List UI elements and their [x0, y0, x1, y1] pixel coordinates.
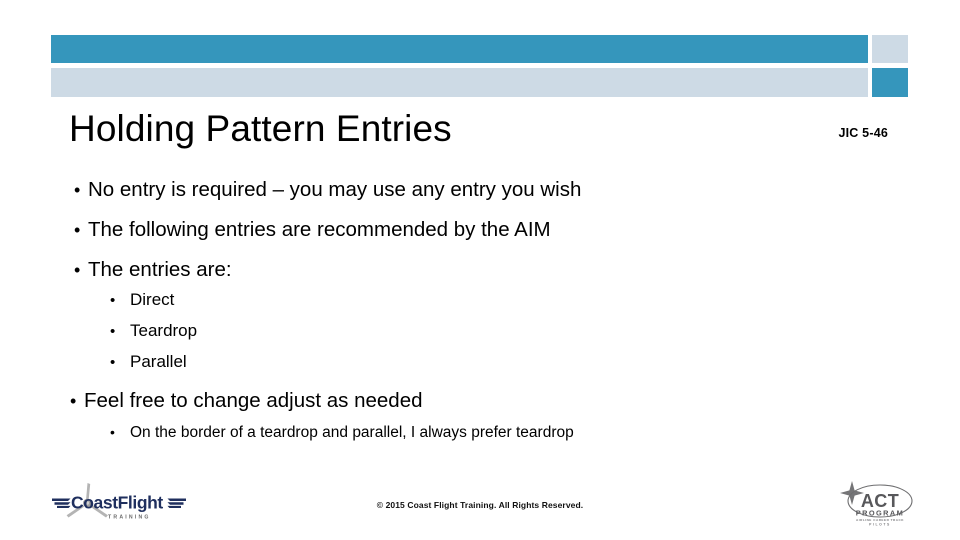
bullet-text: Feel free to change adjust as needed: [84, 389, 423, 412]
bullet-marker-icon: •: [74, 260, 81, 280]
bullet-marker-icon: •: [70, 391, 77, 411]
bullet-marker-icon: •: [110, 323, 116, 340]
header-bar-accent: [872, 35, 908, 63]
bullet-text: The entries are:: [88, 258, 232, 281]
bullet-item: • Parallel: [110, 352, 187, 372]
coastflight-logo: CoastFlight TRAINING: [52, 482, 186, 526]
bullet-marker-icon: •: [74, 220, 81, 240]
act-program-logo: ACT PROGRAM AIRLINE CAREER TRACK PILOTS: [836, 479, 920, 529]
bullet-item: • The entries are:: [74, 258, 232, 282]
bullet-item: • Teardrop: [110, 321, 197, 341]
header-bar-primary: [51, 35, 868, 63]
left-wing-icon: [52, 498, 71, 508]
bullet-item: • No entry is required – you may use any…: [74, 178, 581, 202]
bullet-marker-icon: •: [110, 354, 116, 371]
slide-title: Holding Pattern Entries: [69, 108, 452, 149]
coastflight-wordmark: CoastFlight: [71, 493, 163, 513]
right-wing-icon: [167, 498, 186, 508]
bullet-marker-icon: •: [110, 292, 116, 309]
bullet-text: On the border of a teardrop and parallel…: [130, 424, 574, 441]
bullet-item: • On the border of a teardrop and parall…: [110, 424, 574, 442]
bullet-text: Parallel: [130, 352, 187, 371]
act-tagline-text: AIRLINE CAREER TRACK: [856, 518, 904, 522]
header-bar-secondary: [51, 68, 868, 97]
reference-code: JIC 5-46: [838, 126, 888, 140]
bullet-text: Teardrop: [130, 321, 198, 340]
coastflight-subtext: TRAINING: [108, 515, 151, 521]
header-bar-square: [872, 68, 908, 97]
bullet-marker-icon: •: [110, 424, 115, 440]
bullet-text: Direct: [130, 290, 175, 309]
act-program-text: PROGRAM: [856, 509, 904, 518]
bullet-text: No entry is required – you may use any e…: [88, 178, 582, 201]
bullet-item: • Feel free to change adjust as needed: [70, 389, 423, 413]
bullet-marker-icon: •: [74, 180, 81, 200]
slide-header-decoration: [0, 0, 960, 100]
bullet-item: • Direct: [110, 290, 174, 310]
act-pilots-text: PILOTS: [869, 523, 891, 527]
bullet-text: The following entries are recommended by…: [88, 218, 551, 241]
bullet-item: • The following entries are recommended …: [74, 218, 551, 242]
